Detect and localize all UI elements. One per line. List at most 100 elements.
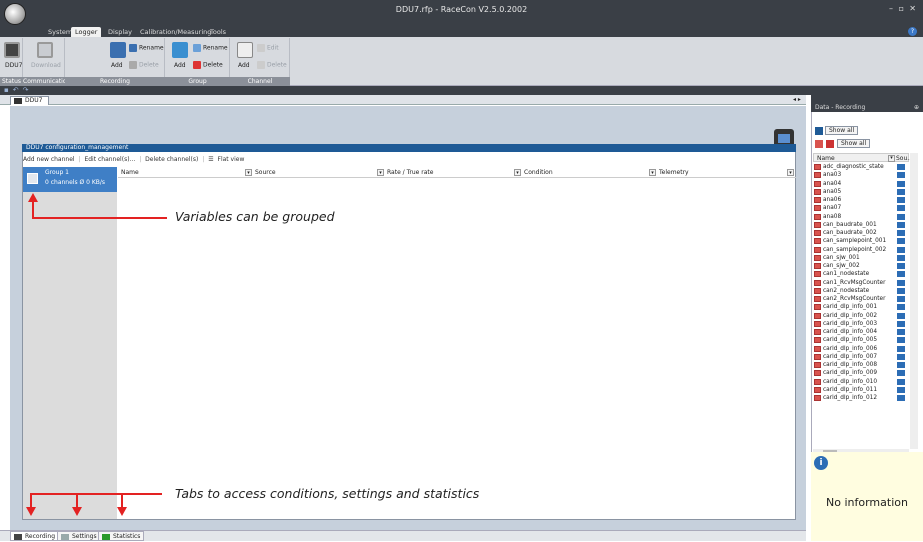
tab-logger[interactable]: Logger (71, 27, 102, 37)
delete-channel-button[interactable]: Delete (257, 61, 287, 69)
undo-icon[interactable]: ↶ (13, 86, 19, 94)
variable-icon (814, 353, 821, 360)
variable-icon (814, 296, 821, 302)
group-item[interactable]: Group 1 0 channels Ø 0 KB/s (23, 167, 117, 192)
delete-recording-button[interactable]: Delete (129, 61, 159, 69)
filter-dark-icon[interactable] (826, 140, 834, 148)
delete-group-label: Delete (203, 61, 223, 69)
tab-settings-bottom[interactable]: Settings (57, 531, 101, 541)
minimize-icon[interactable]: – (889, 4, 893, 13)
add-group-icon (172, 42, 188, 58)
add-recording-button[interactable]: Add (111, 62, 123, 69)
show-all-button-2[interactable]: Show all (837, 139, 871, 148)
variable-name: carid_dlp_info_009 (823, 370, 878, 377)
source-icon (897, 205, 905, 212)
variable-list-item[interactable]: ana08 (813, 213, 909, 221)
annotation-line (32, 217, 167, 219)
variable-list-item[interactable]: ana05 (813, 188, 909, 196)
variable-list-header: Name ▾ Sou... (813, 153, 913, 162)
add-group-button[interactable]: Add (174, 62, 186, 69)
column-condition[interactable]: Condition (524, 168, 553, 178)
source-icon (897, 304, 905, 311)
filter-red-icon[interactable] (815, 140, 823, 148)
variable-list-item[interactable]: carid_dlp_info_011 (813, 386, 909, 394)
variable-list-item[interactable]: carid_dlp_info_008 (813, 361, 909, 369)
variable-list-item[interactable]: can_baudrate_001 (813, 221, 909, 229)
help-icon[interactable]: ? (908, 27, 917, 36)
redo-icon[interactable]: ↷ (23, 86, 29, 94)
download-button[interactable]: Download (31, 62, 61, 69)
maximize-icon[interactable]: ▫ (899, 4, 904, 13)
variable-list-item[interactable]: carid_dlp_info_005 (813, 336, 909, 344)
show-all-button-1[interactable]: Show all (825, 126, 859, 135)
column-rate[interactable]: Rate / True rate (387, 168, 433, 178)
variable-list-item[interactable]: can_samplepoint_002 (813, 246, 909, 254)
variable-list-item[interactable]: can1_RcvMsgCounter (813, 279, 909, 287)
column-var-name[interactable]: Name (817, 155, 835, 162)
tab-statistics[interactable]: Statistics (98, 531, 145, 541)
variable-list-item[interactable]: can_baudrate_002 (813, 229, 909, 237)
document-tab[interactable]: DDU7 (10, 96, 50, 105)
variable-list-item[interactable]: carid_dlp_info_012 (813, 394, 909, 402)
scrollbar-vertical[interactable] (910, 153, 918, 449)
add-channel-button[interactable]: Add (238, 62, 250, 69)
ddu7-button[interactable]: DDU7 (5, 62, 22, 69)
variable-list-item[interactable]: can_samplepoint_001 (813, 237, 909, 245)
tab-calibration-measuring[interactable]: Calibration/Measuring (136, 27, 215, 37)
variable-list-item[interactable]: carid_dlp_info_004 (813, 328, 909, 336)
flat-view-button[interactable]: Flat view (218, 156, 245, 163)
settings-tab-icon (61, 534, 69, 540)
column-telemetry[interactable]: Telemetry (659, 168, 689, 178)
variable-list-item[interactable]: carid_dlp_info_003 (813, 320, 909, 328)
column-chooser-icon[interactable]: ▾ (787, 169, 794, 176)
variable-list-item[interactable]: adc_diagnostic_state (813, 163, 909, 171)
delete-channels-button[interactable]: Delete channel(s) (145, 156, 198, 163)
tab-tools[interactable]: Tools (206, 27, 230, 37)
pin-icon[interactable]: ⊕ (914, 103, 919, 112)
rename-icon (193, 44, 201, 52)
variable-list-item[interactable]: can1_nodestate (813, 270, 909, 278)
column-name[interactable]: Name (121, 168, 139, 178)
variable-list-item[interactable]: carid_dlp_info_002 (813, 312, 909, 320)
annotation-groups: Variables can be grouped (175, 209, 335, 224)
variable-list-item[interactable]: can_sjw_001 (813, 254, 909, 262)
variable-list-item[interactable]: ana04 (813, 180, 909, 188)
variable-list-item[interactable]: ana03 (813, 171, 909, 179)
source-icon (897, 172, 905, 179)
tab-recording-label: Recording (25, 533, 56, 540)
source-icon (897, 296, 905, 302)
column-source[interactable]: Source (255, 168, 276, 178)
variable-list-item[interactable]: carid_dlp_info_007 (813, 353, 909, 361)
tab-scroll-icon[interactable]: ◂ ▸ (793, 96, 801, 103)
variable-list-item[interactable]: can_sjw_002 (813, 262, 909, 270)
source-filter-icon[interactable]: ▾ (245, 169, 252, 176)
source-dropdown-icon[interactable]: ▾ (888, 155, 895, 162)
tab-display[interactable]: Display (104, 27, 136, 37)
annotation-line (30, 493, 162, 495)
edit-channel-button[interactable]: Edit (257, 44, 279, 52)
arrow-down-icon (72, 507, 82, 516)
rename-recording-button[interactable]: Rename (129, 44, 164, 52)
condition-filter-icon[interactable]: ▾ (514, 169, 521, 176)
variable-list-item[interactable]: carid_dlp_info_010 (813, 378, 909, 386)
delete-group-button[interactable]: Delete (193, 61, 223, 69)
variable-icon (814, 238, 821, 245)
tab-recording[interactable]: Recording (10, 531, 60, 541)
telemetry-filter-icon[interactable]: ▾ (649, 169, 656, 176)
annotation-tabs: Tabs to access conditions, settings and … (175, 486, 480, 501)
variable-name: ana06 (823, 197, 842, 203)
variable-list-item[interactable]: can2_RcvMsgCounter (813, 295, 909, 303)
variable-list-item[interactable]: carid_dlp_info_009 (813, 369, 909, 377)
variable-list-item[interactable]: can2_nodestate (813, 287, 909, 295)
save-icon[interactable]: ▪ (4, 86, 9, 94)
edit-channels-button[interactable]: Edit channel(s)... (84, 156, 135, 163)
add-new-channel-button[interactable]: Add new channel (23, 156, 75, 163)
variable-list-item[interactable]: carid_dlp_info_001 (813, 303, 909, 311)
variable-list-item[interactable]: ana06 (813, 196, 909, 204)
variable-icon (814, 320, 821, 327)
rate-filter-icon[interactable]: ▾ (377, 169, 384, 176)
variable-list-item[interactable]: carid_dlp_info_006 (813, 345, 909, 353)
close-icon[interactable]: ✕ (909, 4, 916, 13)
variable-list-item[interactable]: ana07 (813, 204, 909, 212)
rename-group-button[interactable]: Rename (193, 44, 228, 52)
